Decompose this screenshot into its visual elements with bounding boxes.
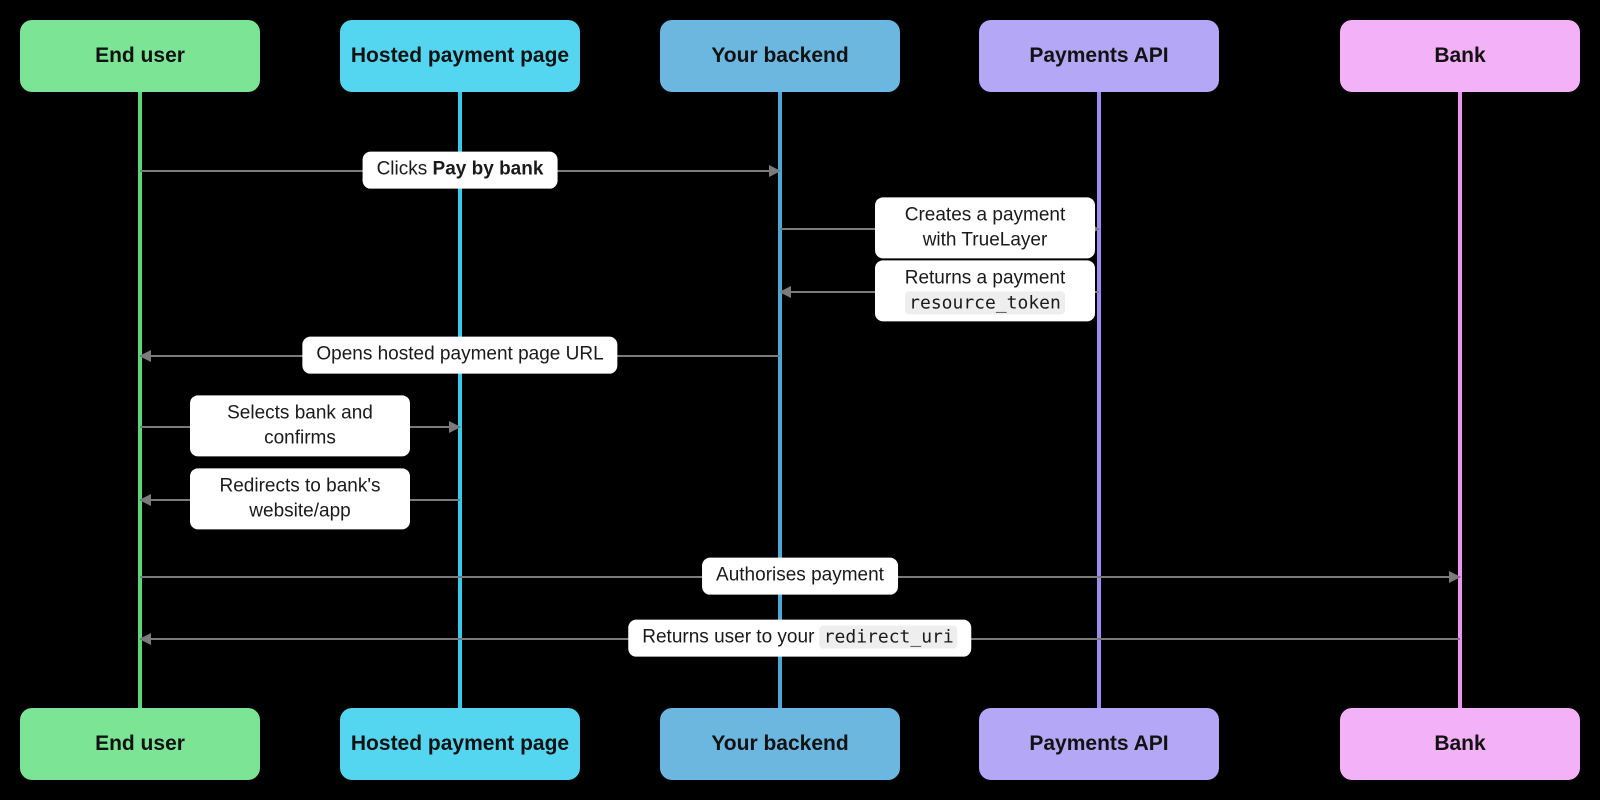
arrowhead-right-icon: [449, 421, 461, 433]
lifeline-end-user: [138, 92, 142, 708]
arrowhead-left-icon: [139, 350, 151, 362]
message-label-0: Clicks Pay by bank: [363, 152, 558, 189]
actor-backend-top: Your backend: [660, 20, 900, 92]
arrowhead-left-icon: [139, 494, 151, 506]
actor-payments-api-top: Payments API: [979, 20, 1219, 92]
actor-label: Bank: [1434, 732, 1485, 756]
actor-label: Your backend: [711, 732, 848, 756]
message-label-1: Creates a paymentwith TrueLayer: [875, 197, 1095, 258]
actor-bank-bot: Bank: [1340, 708, 1580, 780]
actor-label: Payments API: [1029, 732, 1168, 756]
actor-end-user-bot: End user: [20, 708, 260, 780]
message-label-6: Authorises payment: [702, 558, 898, 595]
message-label-4: Selects bank andconfirms: [190, 395, 410, 456]
message-label-2: Returns a paymentresource_token: [875, 260, 1095, 321]
message-label-5: Redirects to bank'swebsite/app: [190, 468, 410, 529]
arrowhead-left-icon: [779, 286, 791, 298]
actor-label: End user: [95, 732, 185, 756]
lifeline-payments-api: [1097, 92, 1101, 708]
arrowhead-right-icon: [1449, 571, 1461, 583]
message-label-7: Returns user to your redirect_uri: [628, 620, 971, 657]
lifeline-backend: [778, 92, 782, 708]
actor-hosted-pp-bot: Hosted payment page: [340, 708, 580, 780]
actor-backend-bot: Your backend: [660, 708, 900, 780]
arrowhead-left-icon: [139, 633, 151, 645]
actor-end-user-top: End user: [20, 20, 260, 92]
message-label-3: Opens hosted payment page URL: [302, 337, 617, 374]
sequence-diagram: End user Hosted payment page Your backen…: [0, 0, 1600, 800]
actor-label: Payments API: [1029, 44, 1168, 68]
actor-payments-api-bot: Payments API: [979, 708, 1219, 780]
lifeline-bank: [1458, 92, 1462, 708]
actor-label: Your backend: [711, 44, 848, 68]
actor-bank-top: Bank: [1340, 20, 1580, 92]
arrowhead-right-icon: [769, 165, 781, 177]
actor-label: Bank: [1434, 44, 1485, 68]
actor-label: Hosted payment page: [351, 44, 569, 68]
actor-label: End user: [95, 44, 185, 68]
actor-hosted-pp-top: Hosted payment page: [340, 20, 580, 92]
actor-label: Hosted payment page: [351, 732, 569, 756]
